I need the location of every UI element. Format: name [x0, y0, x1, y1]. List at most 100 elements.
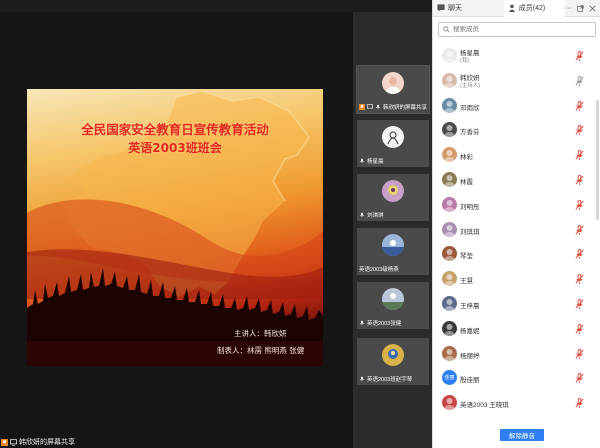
- participant-avatar: [382, 234, 404, 256]
- presentation-slide: 全民国家安全教育日宣传教育活动 英语2003班班会 主讲人：韩欣妍 制表人：林雳…: [27, 89, 323, 366]
- muted-mic-icon[interactable]: [575, 348, 584, 359]
- muted-mic-icon: [359, 104, 365, 110]
- member-role: (主持人): [460, 82, 481, 89]
- member-name: 英语2003 王晓琪: [460, 402, 509, 410]
- member-row[interactable]: 王梓晨: [433, 292, 600, 316]
- muted-mic-icon[interactable]: [575, 125, 584, 136]
- member-row[interactable]: 刘琪琪: [433, 218, 600, 242]
- member-avatar: [442, 97, 457, 113]
- member-row[interactable]: 英语2003 王晓琪: [433, 391, 600, 415]
- member-name: 刘明彤: [460, 203, 480, 211]
- muted-mic-icon[interactable]: [575, 150, 584, 161]
- member-row[interactable]: 琴莹: [433, 242, 600, 266]
- member-role: (我): [460, 58, 470, 64]
- panel-tools: ···: [565, 5, 600, 12]
- member-avatar: [442, 72, 457, 88]
- member-name: 邓雨欣: [460, 104, 480, 112]
- tile-caption: 英语2003班赵宇琴: [359, 375, 412, 383]
- member-avatar: [442, 196, 457, 212]
- member-row[interactable]: 杨星晨 (我): [433, 44, 600, 68]
- member-row[interactable]: 刘明彤: [433, 193, 600, 217]
- member-name: 刘琪琪: [460, 228, 480, 236]
- more-options-icon[interactable]: ···: [565, 5, 572, 12]
- tile-caption: 韩欣妍的屏幕共享: [359, 103, 427, 111]
- member-avatar: [442, 271, 457, 287]
- member-avatar: [442, 48, 457, 63]
- tile-label: 英语2003班赵宇琴: [367, 377, 413, 383]
- slide-makers: 制表人：林雳 熊明燕 张健: [217, 346, 305, 355]
- muted-mic-icon[interactable]: [575, 75, 584, 86]
- tile-caption: 杨星晨: [359, 157, 384, 165]
- member-row[interactable]: 佳丽 殷佳丽: [433, 366, 600, 390]
- member-list-scrollbar[interactable]: [596, 100, 599, 220]
- muted-mic-icon[interactable]: [575, 373, 584, 384]
- mic-icon: [359, 320, 365, 325]
- tile-caption: 英语2003张健: [359, 319, 401, 327]
- member-avatar: [442, 246, 457, 262]
- slide-speaker: 主讲人：韩欣妍: [234, 329, 287, 338]
- video-tile[interactable]: 英语2003级杨燕: [357, 228, 429, 275]
- tab-members[interactable]: 成员(42): [503, 0, 565, 17]
- muted-mic-icon[interactable]: [575, 100, 584, 111]
- member-row[interactable]: 邓雨欣: [433, 94, 600, 118]
- participant-avatar: [382, 126, 404, 148]
- chat-icon: [437, 4, 445, 12]
- member-row[interactable]: 王慧: [433, 267, 600, 291]
- muted-mic-icon[interactable]: [575, 299, 584, 309]
- mic-icon: [375, 104, 381, 109]
- member-row[interactable]: 韩欣妍 (主持人): [433, 69, 600, 93]
- member-row[interactable]: 杨嘉妮: [433, 317, 600, 341]
- member-name: 林彩: [460, 154, 473, 162]
- search-input[interactable]: [453, 26, 583, 33]
- muted-mic-icon[interactable]: [575, 323, 584, 334]
- muted-mic-icon[interactable]: [575, 175, 584, 185]
- muted-mic-icon[interactable]: [575, 224, 584, 235]
- video-tile[interactable]: 英语2003班赵宇琴: [357, 338, 429, 385]
- member-name: 琴莹: [460, 253, 473, 261]
- participant-avatar: [382, 288, 404, 310]
- video-tile[interactable]: 韩欣妍的屏幕共享: [356, 65, 430, 114]
- video-thumbnail-strip[interactable]: 韩欣妍的屏幕共享 杨星晨 刘琪琪 英语2003级杨燕 英语2003张健 英语20…: [353, 0, 432, 448]
- member-row[interactable]: 杨丽婷: [433, 342, 600, 366]
- tile-label: 刘琪琪: [367, 213, 384, 219]
- tab-chat[interactable]: 聊天: [433, 0, 504, 17]
- member-row[interactable]: 林霞: [433, 168, 600, 192]
- mic-icon: [359, 158, 365, 163]
- tile-label: 英语2003级杨燕: [359, 267, 399, 273]
- person-icon: [508, 4, 515, 12]
- muted-mic-icon[interactable]: [575, 51, 584, 61]
- member-name: 殷佳丽: [460, 377, 480, 385]
- screen-share-badge: 韩欣妍的屏幕共享: [0, 436, 75, 448]
- screen-share-icon: [367, 104, 373, 109]
- screen-share-label: 韩欣妍的屏幕共享: [19, 439, 75, 446]
- member-search[interactable]: [438, 22, 596, 37]
- member-name: 王慧: [460, 278, 473, 286]
- member-avatar: [442, 172, 457, 187]
- unmute-all-button[interactable]: 解除静音: [500, 429, 544, 441]
- member-row[interactable]: 方香芬: [433, 118, 600, 142]
- muted-mic-icon[interactable]: [575, 199, 584, 210]
- member-row[interactable]: 林彩: [433, 143, 600, 167]
- participant-avatar: [382, 180, 404, 202]
- video-tile[interactable]: 英语2003张健: [357, 282, 429, 329]
- member-name: 方香芬: [460, 129, 480, 137]
- popout-icon[interactable]: [577, 4, 584, 12]
- tile-label: 韩欣妍的屏幕共享: [383, 105, 428, 111]
- muted-mic-icon[interactable]: [575, 274, 584, 285]
- search-icon: [443, 26, 450, 33]
- tile-label: 英语2003张健: [367, 321, 402, 327]
- participant-avatar: [382, 344, 404, 366]
- muted-mic-icon[interactable]: [575, 398, 584, 409]
- member-avatar: [442, 147, 457, 163]
- avatar-fill: [382, 126, 404, 148]
- video-tile[interactable]: 杨星晨: [357, 120, 429, 167]
- tab-chat-label: 聊天: [448, 5, 462, 12]
- close-icon[interactable]: [589, 4, 596, 12]
- mic-icon: [359, 376, 365, 381]
- video-tile[interactable]: 刘琪琪: [357, 174, 429, 221]
- muted-mic-icon[interactable]: [575, 249, 584, 260]
- muted-mic-icon: [1, 438, 8, 446]
- participant-avatar: [382, 72, 404, 94]
- tab-members-label: 成员(42): [518, 4, 546, 12]
- member-avatar: [442, 296, 457, 311]
